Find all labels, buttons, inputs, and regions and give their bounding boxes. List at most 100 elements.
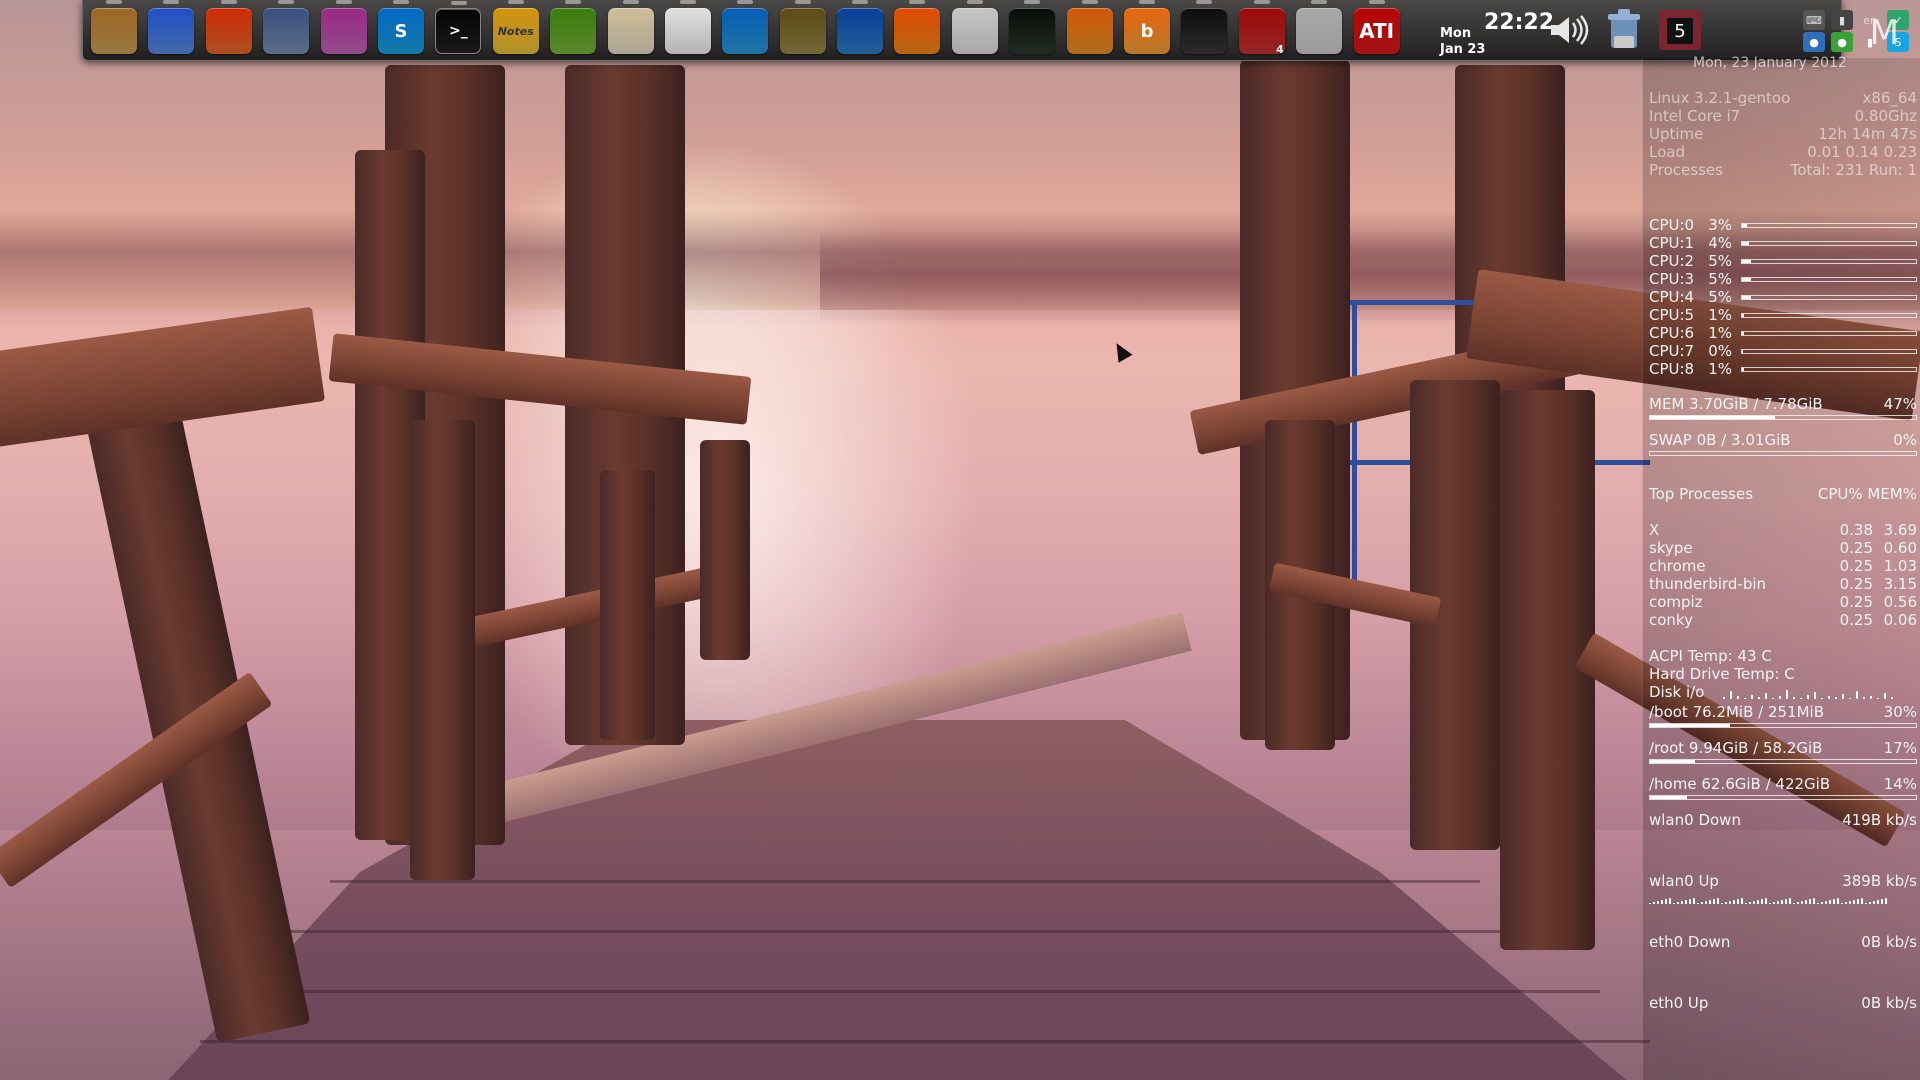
tray-keyboard-icon[interactable]: ⌨ — [1803, 10, 1825, 30]
graph-bar — [1730, 691, 1732, 699]
cpu-label: CPU:8 — [1649, 360, 1695, 378]
pier-post — [600, 470, 655, 740]
memory-row: MEM 3.70GiB / 7.78GiB 47% — [1649, 395, 1917, 413]
cpu-usage-bar — [1741, 313, 1917, 318]
graph-bar — [1705, 901, 1707, 904]
drawer-icon[interactable] — [1296, 0, 1343, 54]
system-monitor-icon[interactable] — [722, 0, 769, 54]
graph-bar — [1793, 697, 1795, 699]
graph-bar — [1723, 697, 1725, 699]
dock-launchers: S >_ Notes b 4 ATI — [91, 0, 1400, 56]
vlc-icon[interactable] — [894, 0, 941, 54]
keyboard-icon[interactable] — [1009, 0, 1056, 54]
tray-chat-icon[interactable]: ● — [1831, 32, 1853, 52]
disk-icon[interactable] — [1181, 0, 1228, 54]
graph-bar — [1801, 901, 1803, 904]
process-row: compiz 0.25 0.56 — [1649, 593, 1917, 611]
b-icon[interactable]: b — [1124, 0, 1171, 54]
graph-bar — [1869, 902, 1871, 904]
filesystem-text: /home 62.6GiB / 422GiB — [1649, 775, 1884, 793]
chrome-icon[interactable] — [148, 0, 195, 54]
filesystem-row: /boot 76.2MiB / 251MiB 30% — [1649, 703, 1917, 721]
filesystem-value: 9.94GiB / 58.2GiB — [1688, 739, 1823, 757]
process-row: conky 0.25 0.06 — [1649, 611, 1917, 629]
terminal-icon[interactable]: >_ — [435, 1, 482, 54]
tray-bluetooth-icon[interactable]: ● — [1803, 32, 1825, 52]
graph-bar — [1773, 902, 1775, 904]
refresh-icon[interactable] — [837, 0, 884, 54]
network-label: eth0 Up — [1649, 994, 1709, 1012]
tray-battery-icon[interactable]: ▮ — [1831, 10, 1853, 30]
cpu-label: CPU:2 — [1649, 252, 1695, 270]
cpu-usage-bar — [1741, 241, 1917, 246]
graph-bar — [1697, 903, 1699, 904]
cpu-usage-bar — [1741, 349, 1917, 354]
graph-bar — [1649, 903, 1651, 904]
process-name: conky — [1649, 611, 1693, 629]
folder-icon[interactable] — [91, 0, 137, 54]
cpu-row: CPU:0 3% — [1649, 216, 1917, 234]
memory-percent: 47% — [1883, 395, 1917, 413]
dock-clock[interactable]: Mon Jan 23 22:22 — [1428, 6, 1554, 58]
filesystem-row: /root 9.94GiB / 58.2GiB 17% — [1649, 739, 1917, 757]
graph-bar — [1749, 902, 1751, 904]
cpu-usage-bar — [1741, 259, 1917, 264]
system-tray: ⌨ ▮ en ✓ ● ● ▮ S — [1803, 10, 1920, 54]
cpu-row: CPU:2 5% — [1649, 252, 1917, 270]
thunderbird-icon[interactable] — [263, 0, 310, 54]
calendar-icon[interactable]: 4 — [1238, 0, 1285, 56]
filesystem-text: /boot 76.2MiB / 251MiB — [1649, 703, 1884, 721]
cpu-percent: 1% — [1708, 324, 1732, 342]
application-dock: S >_ Notes b 4 ATI Mon Jan 23 22:22 5 ⌨ ▮ en … — [82, 0, 1909, 61]
filesystem-bar-fill — [1650, 796, 1688, 799]
calendar-widget-icon[interactable]: 5 — [1655, 8, 1705, 52]
running-indicator — [737, 0, 754, 4]
running-indicator — [679, 0, 696, 4]
clipboard-icon[interactable] — [951, 0, 998, 54]
filesystem-percent: 14% — [1883, 775, 1917, 793]
ati-icon[interactable]: ATI — [1353, 0, 1400, 54]
graph-bar — [1793, 903, 1795, 904]
graph-bar — [1745, 903, 1747, 904]
skype-icon[interactable]: S — [377, 0, 424, 54]
trash-icon[interactable] — [1599, 8, 1649, 52]
cpu-usage-bar — [1741, 223, 1917, 228]
graph-bar — [1665, 899, 1667, 904]
graph-bar — [1813, 898, 1815, 904]
cpu-usage-fill — [1742, 332, 1744, 335]
plank-seam — [220, 990, 1600, 993]
graph-bar — [1725, 902, 1727, 904]
conky-date: Mon, 23 January 2012 — [1693, 55, 1847, 71]
notes-icon[interactable]: Notes — [492, 0, 539, 54]
running-indicator — [1311, 0, 1328, 4]
graph-bar — [1891, 697, 1893, 699]
tools-icon[interactable] — [550, 0, 597, 54]
cpu-usage-fill — [1742, 278, 1751, 281]
conky-system-monitor: Mon, 23 January 2012 M Linux 3.2.1-gento… — [1642, 16, 1920, 1080]
cpu-percent: 1% — [1708, 306, 1732, 324]
firefox-icon[interactable] — [205, 0, 252, 54]
text-editor-icon[interactable] — [607, 0, 654, 54]
filesystem-bar — [1649, 795, 1917, 800]
graph-bar — [1842, 694, 1844, 699]
chat-icon[interactable] — [320, 0, 367, 54]
swirl-icon[interactable] — [1066, 0, 1113, 54]
process-mem: 3.15 — [1883, 575, 1917, 593]
filesystem-bar — [1649, 723, 1917, 728]
process-cpu: 0.25 — [1839, 539, 1873, 557]
clock-date: Jan 23 — [1440, 42, 1486, 57]
network-icon[interactable] — [779, 0, 826, 54]
filesystem-percent: 30% — [1883, 703, 1917, 721]
document-icon[interactable] — [664, 0, 711, 54]
swap-row: SWAP 0B / 3.01GiB 0% — [1649, 431, 1917, 449]
cpu-usage-bar — [1741, 295, 1917, 300]
cpu-label: CPU:7 — [1649, 342, 1695, 360]
cpu-percent: 4% — [1708, 234, 1732, 252]
graph-bar — [1849, 698, 1851, 699]
graph-bar — [1805, 900, 1807, 904]
cpu-label: CPU:5 — [1649, 306, 1695, 324]
graph-bar — [1681, 901, 1683, 904]
network-row: wlan0 Down 419B kb/s — [1649, 811, 1917, 829]
process-row: thunderbird-bin 0.25 3.15 — [1649, 575, 1917, 593]
volume-icon[interactable] — [1543, 8, 1593, 52]
